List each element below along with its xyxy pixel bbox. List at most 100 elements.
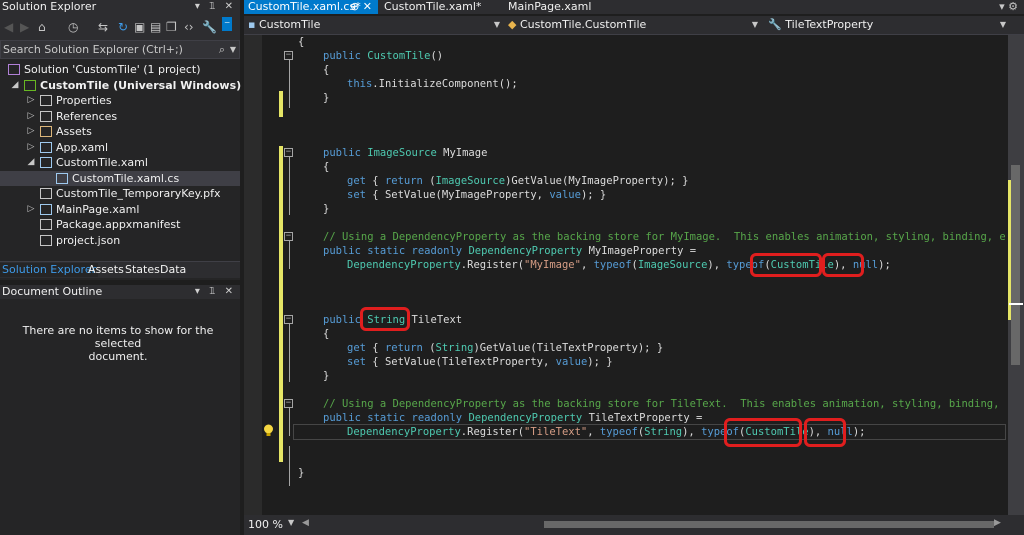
- collapse-all-icon[interactable]: ▣: [134, 20, 145, 34]
- class-dropdown[interactable]: ◆ CustomTile.CustomTile ▼: [508, 17, 760, 32]
- panel-window-controls[interactable]: ▾ 𝟙 ✕: [195, 0, 236, 14]
- collapse-toggle[interactable]: −: [284, 399, 293, 408]
- tree-item[interactable]: ◢ CustomTile.xaml: [0, 155, 240, 171]
- annotation-highlight-customtile: [724, 418, 802, 447]
- csharp-project-icon: [24, 79, 36, 91]
- manifest-icon: [40, 219, 52, 230]
- code-line: }: [323, 92, 330, 104]
- tab-mainpage-xaml[interactable]: MainPage.xaml: [504, 0, 608, 14]
- refresh-icon[interactable]: ↻: [118, 20, 128, 34]
- files-icon[interactable]: ❐: [166, 20, 177, 34]
- document-outline-title-bar: Document Outline ▾ 𝟙 ✕: [0, 285, 240, 299]
- tree-item-label: Package.appxmanifest: [56, 218, 181, 231]
- tree-item[interactable]: ▷ App.xaml: [0, 140, 240, 156]
- tab-label: CustomTile.xaml.cs*: [248, 0, 361, 13]
- forward-icon[interactable]: ▶: [20, 20, 29, 34]
- code-comment: // Using a DependencyProperty as the bac…: [323, 398, 1005, 410]
- home-icon[interactable]: ⌂: [38, 20, 46, 34]
- csharp-icon: ▪: [248, 18, 256, 31]
- expand-arrow-icon[interactable]: ▷: [26, 93, 36, 109]
- caret-position-marker: [1009, 303, 1023, 305]
- tab-data[interactable]: Data: [160, 263, 186, 277]
- show-all-files-icon[interactable]: ▤: [150, 20, 161, 34]
- code-line: {: [298, 36, 305, 48]
- code-line: {: [323, 161, 330, 173]
- collapse-toggle[interactable]: −: [284, 51, 293, 60]
- tree-item-label: References: [56, 109, 118, 123]
- lightbulb-icon[interactable]: [263, 424, 274, 438]
- outline-window-controls[interactable]: ▾ 𝟙 ✕: [195, 285, 236, 299]
- collapse-toggle[interactable]: −: [284, 232, 293, 241]
- tree-item[interactable]: ▷ References: [0, 109, 240, 125]
- tree-item[interactable]: ▷ MainPage.xaml: [0, 202, 240, 218]
- vertical-scroll-thumb[interactable]: [1011, 165, 1020, 365]
- search-options-chevron-down-icon[interactable]: ▼: [230, 41, 236, 58]
- solution-explorer-title-bar: Solution Explorer ▾ 𝟙 ✕: [0, 0, 240, 14]
- member-dropdown-label: TileTextProperty: [785, 18, 874, 31]
- tree-item[interactable]: CustomTile.xaml.cs: [0, 170, 240, 186]
- tree-item-label: CustomTile.xaml: [56, 156, 148, 169]
- project-dropdown[interactable]: ▪ CustomTile ▼: [248, 17, 502, 32]
- solution-explorer-title: Solution Explorer: [2, 0, 97, 13]
- properties-wrench-icon[interactable]: 🔧: [202, 20, 217, 34]
- collapse-toggle[interactable]: −: [284, 148, 293, 157]
- tree-item[interactable]: ◢ CustomTile (Universal Windows): [0, 78, 242, 94]
- tab-customtile-xaml-cs[interactable]: CustomTile.xaml.cs* ⊕ ✕: [244, 0, 378, 14]
- xaml-file-icon: [40, 203, 52, 215]
- code-editor[interactable]: [244, 35, 1008, 515]
- tree-item[interactable]: project.json: [0, 233, 240, 249]
- tab-customtile-xaml[interactable]: CustomTile.xaml*: [380, 0, 504, 14]
- tree-item[interactable]: Solution 'CustomTile' (1 project): [0, 62, 240, 78]
- horizontal-scroll-thumb[interactable]: [544, 521, 994, 528]
- pin-preview-icon[interactable]: ⁻: [222, 17, 233, 31]
- sync-icon[interactable]: ⇆: [98, 20, 108, 34]
- collapse-toggle[interactable]: −: [284, 315, 293, 324]
- vertical-scrollbar[interactable]: [1008, 35, 1024, 515]
- scroll-left-icon[interactable]: ◀: [302, 518, 309, 528]
- tree-item-label: project.json: [56, 233, 121, 247]
- code-line: get { return (ImageSource)GetValue(MyIma…: [347, 175, 689, 187]
- expand-arrow-icon[interactable]: ▷: [26, 109, 36, 125]
- scroll-right-icon[interactable]: ▶: [994, 518, 1001, 528]
- collapse-arrow-icon[interactable]: ◢: [10, 78, 20, 94]
- tree-item-label: Solution 'CustomTile' (1 project): [24, 63, 201, 76]
- code-comment: // Using a DependencyProperty as the bac…: [323, 231, 1005, 243]
- project-dropdown-label: CustomTile: [258, 18, 321, 31]
- tab-assets[interactable]: Assets: [88, 263, 124, 277]
- tree-item-label: Assets: [56, 125, 92, 138]
- document-outline-panel: Document Outline ▾ 𝟙 ✕ There are no item…: [0, 285, 240, 535]
- tree-item[interactable]: ▷ Properties: [0, 93, 240, 109]
- tree-item[interactable]: CustomTile_TemporaryKey.pfx: [0, 186, 240, 202]
- code-view-icon[interactable]: ‹›: [184, 20, 194, 34]
- tab-list-chevron-down-icon[interactable]: ▾ ⚙: [999, 0, 1018, 13]
- code-line: public CustomTile(): [323, 50, 444, 62]
- empty-outline-message: There are no items to show for the selec…: [0, 324, 236, 363]
- expand-arrow-icon[interactable]: ▷: [26, 140, 36, 156]
- search-placeholder: Search Solution Explorer (Ctrl+;): [3, 43, 183, 56]
- expand-arrow-icon[interactable]: ▷: [26, 124, 36, 140]
- code-line: this.InitializeComponent();: [347, 78, 518, 90]
- back-icon[interactable]: ◀: [4, 20, 13, 34]
- expand-arrow-icon[interactable]: ▷: [26, 202, 36, 218]
- tree-item[interactable]: ▷ Assets: [0, 124, 240, 140]
- solution-search-input[interactable]: Search Solution Explorer (Ctrl+;) ⌕ ▼: [0, 40, 240, 59]
- history-icon[interactable]: ◷: [68, 20, 78, 34]
- collapse-arrow-icon[interactable]: ◢: [26, 155, 36, 171]
- solution-tree: Solution 'CustomTile' (1 project) ◢ Custom…: [0, 62, 242, 249]
- zoom-level[interactable]: 100 %: [248, 518, 283, 531]
- search-icon[interactable]: ⌕: [219, 41, 225, 58]
- tab-solution-explorer[interactable]: Solution Explorer: [0, 263, 99, 277]
- code-line: }: [323, 203, 330, 215]
- pin-close-icon[interactable]: ⊕ ✕: [350, 0, 372, 14]
- change-indicator: [279, 146, 283, 462]
- tree-item-label: CustomTile.xaml.cs: [72, 171, 180, 185]
- member-dropdown[interactable]: 🔧 TileTextProperty ▼: [768, 17, 1008, 32]
- class-dropdown-label: CustomTile.CustomTile: [519, 18, 647, 31]
- solution-explorer-panel: Solution Explorer ▾ 𝟙 ✕ ◀ ▶ ⌂ ◷ ⇆ ↻ ▣ ▤ …: [0, 0, 242, 280]
- zoom-chevron-down-icon[interactable]: ▼: [288, 518, 294, 527]
- tree-item[interactable]: Package.appxmanifest: [0, 217, 240, 233]
- outline-guide: [289, 241, 290, 269]
- editor-status-strip: 100 % ▼ ◀ ▶: [244, 515, 1024, 535]
- tab-states[interactable]: States: [125, 263, 160, 277]
- references-icon: [40, 110, 52, 122]
